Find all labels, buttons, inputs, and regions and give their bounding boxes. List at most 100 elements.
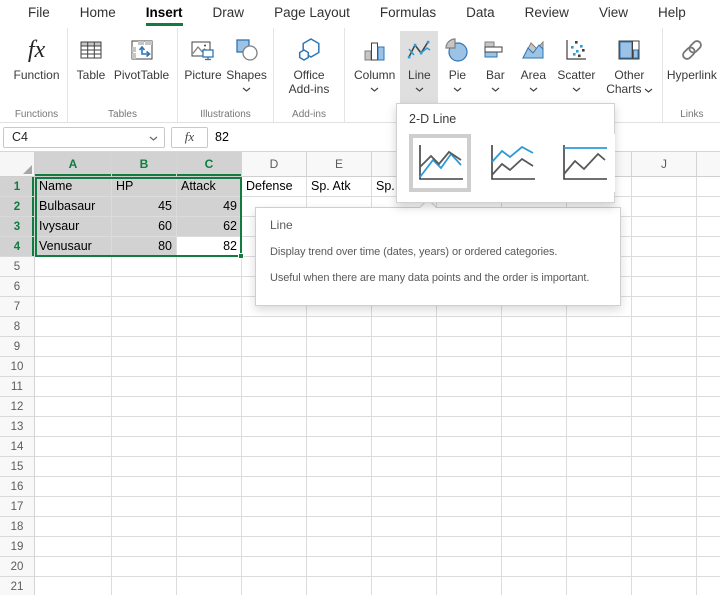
cell-D10[interactable] (242, 357, 307, 377)
chart-option-100-stacked-line[interactable] (553, 134, 615, 192)
pie-chart-button[interactable]: Pie (438, 31, 476, 107)
row-header-5[interactable]: 5 (0, 257, 35, 277)
cell-J10[interactable] (632, 357, 697, 377)
table-button[interactable]: Table (72, 31, 110, 107)
insert-function-button[interactable]: fx (171, 127, 208, 148)
cell-J8[interactable] (632, 317, 697, 337)
cell-J9[interactable] (632, 337, 697, 357)
cell-clipped-11[interactable] (697, 377, 720, 397)
cell-I14[interactable] (567, 437, 632, 457)
cell-E1[interactable]: Sp. Atk (307, 177, 372, 197)
cell-D1[interactable]: Defense (242, 177, 307, 197)
cell-clipped-20[interactable] (697, 557, 720, 577)
cell-J7[interactable] (632, 297, 697, 317)
cell-B2[interactable]: 45 (112, 197, 177, 217)
cell-I8[interactable] (567, 317, 632, 337)
menu-page-layout[interactable]: Page Layout (259, 0, 365, 28)
cell-E12[interactable] (307, 397, 372, 417)
cell-H15[interactable] (502, 457, 567, 477)
cell-J6[interactable] (632, 277, 697, 297)
cell-H19[interactable] (502, 537, 567, 557)
cell-clipped-18[interactable] (697, 517, 720, 537)
cell-A12[interactable] (35, 397, 112, 417)
chart-option-stacked-line[interactable] (481, 134, 543, 192)
cell-B13[interactable] (112, 417, 177, 437)
cell-G20[interactable] (437, 557, 502, 577)
cell-clipped-5[interactable] (697, 257, 720, 277)
cell-F19[interactable] (372, 537, 437, 557)
cell-B8[interactable] (112, 317, 177, 337)
cell-J17[interactable] (632, 497, 697, 517)
cell-D21[interactable] (242, 577, 307, 595)
menu-home[interactable]: Home (65, 0, 131, 28)
cell-H20[interactable] (502, 557, 567, 577)
column-chart-button[interactable]: Column (349, 31, 400, 107)
cell-I19[interactable] (567, 537, 632, 557)
cell-F20[interactable] (372, 557, 437, 577)
chevron-down-icon[interactable] (149, 130, 158, 144)
cell-G19[interactable] (437, 537, 502, 557)
cell-B12[interactable] (112, 397, 177, 417)
cell-I17[interactable] (567, 497, 632, 517)
cell-clipped-6[interactable] (697, 277, 720, 297)
cell-G13[interactable] (437, 417, 502, 437)
cell-clipped-10[interactable] (697, 357, 720, 377)
cell-A8[interactable] (35, 317, 112, 337)
cell-B19[interactable] (112, 537, 177, 557)
cell-C8[interactable] (177, 317, 242, 337)
cell-J2[interactable] (632, 197, 697, 217)
row-header-13[interactable]: 13 (0, 417, 35, 437)
cell-C16[interactable] (177, 477, 242, 497)
line-chart-button[interactable]: Line (400, 31, 438, 107)
row-header-3[interactable]: 3 (0, 217, 35, 237)
cell-I18[interactable] (567, 517, 632, 537)
row-header-7[interactable]: 7 (0, 297, 35, 317)
row-header-1[interactable]: 1 (0, 177, 35, 197)
cell-C4[interactable]: 82 (177, 237, 242, 257)
cell-F21[interactable] (372, 577, 437, 595)
cell-J15[interactable] (632, 457, 697, 477)
cell-A18[interactable] (35, 517, 112, 537)
cell-H13[interactable] (502, 417, 567, 437)
menu-data[interactable]: Data (451, 0, 510, 28)
cell-F18[interactable] (372, 517, 437, 537)
cell-clipped-12[interactable] (697, 397, 720, 417)
cell-A19[interactable] (35, 537, 112, 557)
cell-clipped-16[interactable] (697, 477, 720, 497)
menu-help[interactable]: Help (643, 0, 701, 28)
cell-D18[interactable] (242, 517, 307, 537)
cell-B1[interactable]: HP (112, 177, 177, 197)
cell-J4[interactable] (632, 237, 697, 257)
column-header-C[interactable]: C (177, 152, 242, 177)
cell-C5[interactable] (177, 257, 242, 277)
column-header-clipped[interactable] (697, 152, 720, 177)
row-header-9[interactable]: 9 (0, 337, 35, 357)
pivottable-button[interactable]: PivotTable (110, 31, 173, 107)
cell-E20[interactable] (307, 557, 372, 577)
cell-D16[interactable] (242, 477, 307, 497)
row-header-4[interactable]: 4 (0, 237, 35, 257)
cell-clipped-4[interactable] (697, 237, 720, 257)
cell-J3[interactable] (632, 217, 697, 237)
cell-I15[interactable] (567, 457, 632, 477)
cell-G8[interactable] (437, 317, 502, 337)
office-add-ins-button[interactable]: Office Add-ins (278, 31, 340, 107)
cell-C13[interactable] (177, 417, 242, 437)
cell-H14[interactable] (502, 437, 567, 457)
cell-D20[interactable] (242, 557, 307, 577)
cell-E13[interactable] (307, 417, 372, 437)
cell-F16[interactable] (372, 477, 437, 497)
cell-A15[interactable] (35, 457, 112, 477)
cell-J16[interactable] (632, 477, 697, 497)
cell-H11[interactable] (502, 377, 567, 397)
cell-C21[interactable] (177, 577, 242, 595)
row-header-2[interactable]: 2 (0, 197, 35, 217)
cell-A7[interactable] (35, 297, 112, 317)
cell-J19[interactable] (632, 537, 697, 557)
cell-A5[interactable] (35, 257, 112, 277)
cell-D11[interactable] (242, 377, 307, 397)
cell-E10[interactable] (307, 357, 372, 377)
cell-F9[interactable] (372, 337, 437, 357)
cell-C17[interactable] (177, 497, 242, 517)
cell-I16[interactable] (567, 477, 632, 497)
